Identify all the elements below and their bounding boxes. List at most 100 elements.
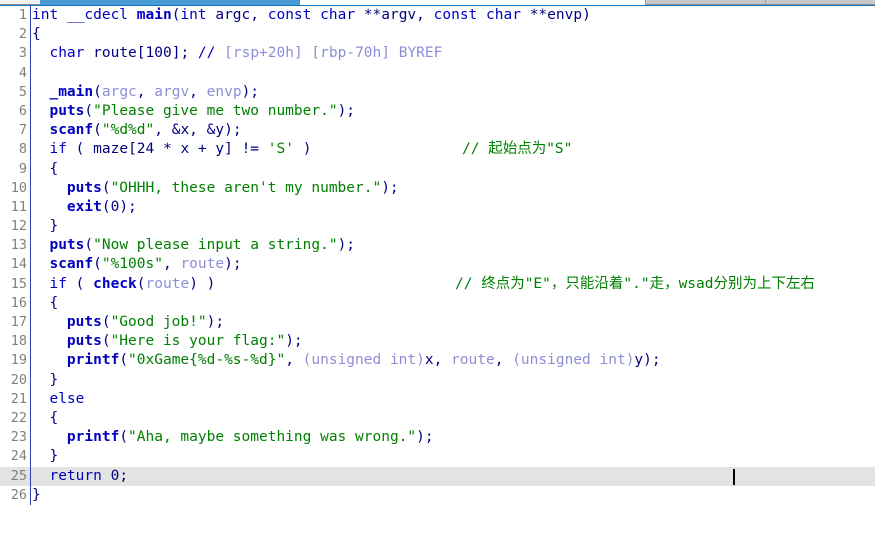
code-token: ]; [172,45,198,61]
code-line[interactable]: 13 puts("Now please input a string."); [0,236,875,255]
gutter-separator [30,217,31,236]
code-token: , [416,7,433,23]
code-token: , [163,256,180,272]
code-line[interactable]: 5 _main(argc, argv, envp); [0,83,875,102]
code-token: ) ) [189,276,215,292]
code-line[interactable]: 22 { [0,409,875,428]
code-line[interactable]: 3 char route[100]; // [rsp+20h] [rbp-70h… [0,44,875,63]
code-text[interactable]: if ( maze[24 * x + y] != 'S' ) [32,140,311,159]
tab-inactive-left[interactable] [0,0,40,5]
code-token: ( [93,256,102,272]
line-number: 24 [0,447,27,466]
code-token: { [32,161,58,177]
code-token: return [49,468,101,484]
code-line[interactable]: 21 else [0,390,875,409]
code-text[interactable]: } [32,371,58,390]
code-token [32,103,49,119]
code-text[interactable]: } [32,217,58,236]
code-text[interactable]: printf("0xGame{%d-%s-%d}", (unsigned int… [32,351,661,370]
code-token: ( [119,429,128,445]
code-text[interactable]: } [32,447,58,466]
code-line[interactable]: 19 printf("0xGame{%d-%s-%d}", (unsigned … [0,351,875,370]
code-token: , [189,84,206,100]
code-text[interactable]: puts("Here is your flag:"); [32,332,303,351]
code-token: route [451,352,495,368]
code-text[interactable]: puts("Now please input a string."); [32,236,355,255]
line-number: 14 [0,255,27,274]
code-text[interactable]: puts("OHHH, these aren't my number."); [32,179,399,198]
line-number: 11 [0,198,27,217]
code-text[interactable]: puts("Good job!"); [32,313,224,332]
code-token: } [32,218,58,234]
code-token: , [137,84,154,100]
line-number: 3 [0,44,27,63]
code-line[interactable]: 11 exit(0); [0,198,875,217]
code-token: route [146,276,190,292]
code-line[interactable]: 18 puts("Here is your flag:"); [0,332,875,351]
code-text[interactable]: puts("Please give me two number."); [32,102,355,121]
code-token [32,237,49,253]
code-token: "Please give me two number." [93,103,337,119]
code-text[interactable]: { [32,25,41,44]
code-token: } [32,448,58,464]
code-text[interactable]: if ( check(route) ) [32,275,215,294]
code-token: , [434,352,451,368]
code-line[interactable]: 9 { [0,160,875,179]
code-token: { [32,410,58,426]
tab-next[interactable] [300,0,645,5]
gutter-separator [30,294,31,313]
code-token: y [634,352,643,368]
code-line[interactable]: 20 } [0,371,875,390]
code-token: else [49,391,84,407]
code-text[interactable]: int __cdecl main(int argc, const char **… [32,6,591,25]
code-line[interactable]: 7 scanf("%d%d", &x, &y); [0,121,875,140]
code-text[interactable]: scanf("%d%d", &x, &y); [32,121,242,140]
code-token: ( [102,180,111,196]
code-text[interactable]: else [32,390,84,409]
code-line[interactable]: 14 scanf("%100s", route); [0,255,875,274]
code-text[interactable]: return 0; [32,467,128,486]
tab-active-pseudocode[interactable] [40,0,300,5]
code-token: ( [102,314,111,330]
code-line[interactable]: 6 puts("Please give me two number."); [0,102,875,121]
code-token: printf [67,429,119,445]
code-line[interactable]: 4 [0,64,875,83]
code-text[interactable]: scanf("%100s", route); [32,255,242,274]
code-line[interactable]: 10 puts("OHHH, these aren't my number.")… [0,179,875,198]
tab-inactive-right[interactable] [645,0,875,5]
code-text[interactable]: { [32,294,58,313]
code-line[interactable]: 25 return 0; [0,467,875,486]
code-text[interactable]: exit(0); [32,198,137,217]
pseudocode-editor[interactable]: 1int __cdecl main(int argc, const char *… [0,6,875,533]
code-token: if [49,141,66,157]
code-line[interactable]: 16 { [0,294,875,313]
code-line[interactable]: 1int __cdecl main(int argc, const char *… [0,6,875,25]
code-text[interactable]: char route[100]; // [rsp+20h] [rbp-70h] … [32,44,442,63]
code-line[interactable]: 15 if ( check(route) )// 终点为"E"，只能沿着"."走… [0,275,875,294]
code-token [32,352,67,368]
code-token [32,45,49,61]
code-token: ( [93,122,102,138]
code-text[interactable]: { [32,160,58,179]
code-line[interactable]: 2{ [0,25,875,44]
line-number: 25 [0,467,27,486]
code-token: "0xGame{%d-%s-%d}" [128,352,285,368]
code-token: { [32,295,58,311]
code-line[interactable]: 12 } [0,217,875,236]
code-text[interactable]: _main(argc, argv, envp); [32,83,259,102]
gutter-separator [30,102,31,121]
code-line[interactable]: 8 if ( maze[24 * x + y] != 'S' )// 起始点为"… [0,140,875,159]
code-token [32,84,49,100]
code-token: envp [207,84,242,100]
code-token: ( [102,199,111,215]
code-line[interactable]: 26} [0,486,875,505]
code-line[interactable]: 23 printf("Aha, maybe something was wron… [0,428,875,447]
code-text[interactable]: } [32,486,41,505]
line-number: 18 [0,332,27,351]
code-line[interactable]: 17 puts("Good job!"); [0,313,875,332]
code-token: route [93,45,137,61]
code-text[interactable]: printf("Aha, maybe something was wrong."… [32,428,434,447]
code-text[interactable]: { [32,409,58,428]
code-token: ); [338,237,355,253]
code-line[interactable]: 24 } [0,447,875,466]
